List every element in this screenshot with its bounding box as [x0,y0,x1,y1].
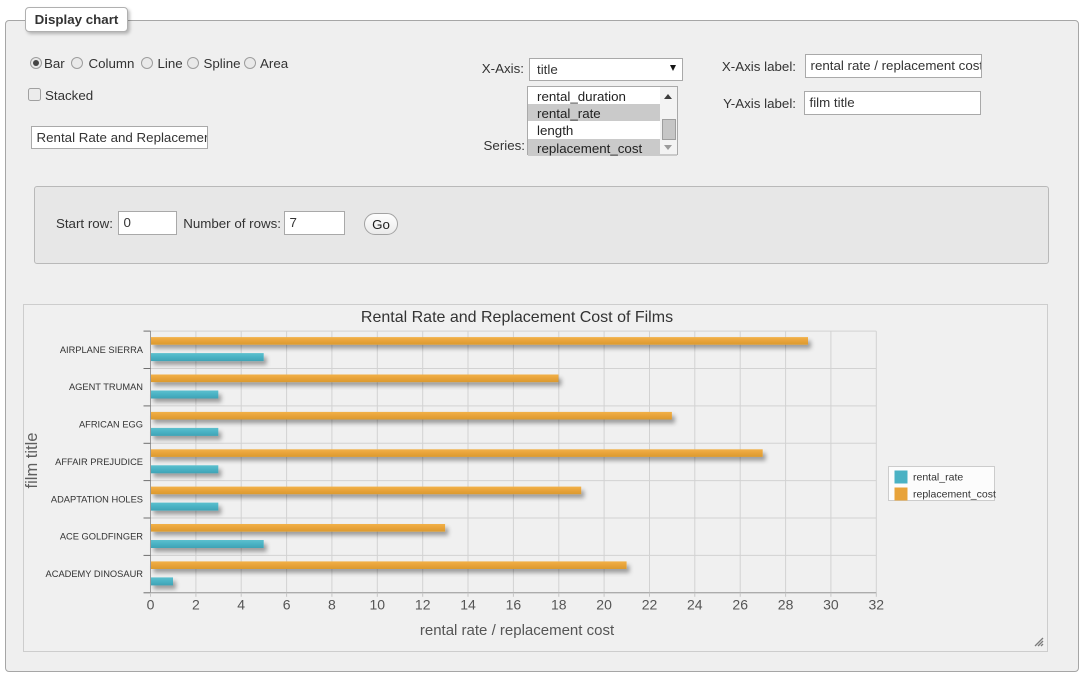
svg-text:ACE GOLDFINGER: ACE GOLDFINGER [60,532,143,542]
svg-text:ADAPTATION HOLES: ADAPTATION HOLES [51,494,143,504]
svg-text:26: 26 [732,597,748,613]
svg-text:film title: film title [23,433,41,489]
svg-text:AFRICAN EGG: AFRICAN EGG [79,420,143,430]
svg-text:24: 24 [687,597,703,613]
svg-text:Rental Rate and Replacement Co: Rental Rate and Replacement Cost of Film… [361,309,673,326]
svg-text:AGENT TRUMAN: AGENT TRUMAN [69,382,143,392]
svg-text:16: 16 [506,597,522,613]
svg-text:2: 2 [192,597,200,613]
svg-text:0: 0 [147,597,155,613]
svg-text:4: 4 [237,597,245,613]
svg-text:ACADEMY DINOSAUR: ACADEMY DINOSAUR [46,569,144,579]
svg-text:14: 14 [460,597,476,613]
svg-text:6: 6 [283,597,291,613]
svg-text:22: 22 [642,597,658,613]
svg-text:18: 18 [551,597,567,613]
svg-text:10: 10 [370,597,386,613]
svg-text:30: 30 [823,597,839,613]
svg-text:replacement_cost: replacement_cost [913,489,996,501]
svg-text:32: 32 [869,597,885,613]
svg-text:rental rate / replacement cost: rental rate / replacement cost [420,622,615,639]
svg-text:28: 28 [778,597,794,613]
svg-text:AFFAIR PREJUDICE: AFFAIR PREJUDICE [55,457,143,467]
svg-text:rental_rate: rental_rate [913,472,963,484]
svg-text:12: 12 [415,597,431,613]
svg-text:20: 20 [596,597,612,613]
svg-text:8: 8 [328,597,336,613]
svg-text:AIRPLANE SIERRA: AIRPLANE SIERRA [60,345,144,355]
